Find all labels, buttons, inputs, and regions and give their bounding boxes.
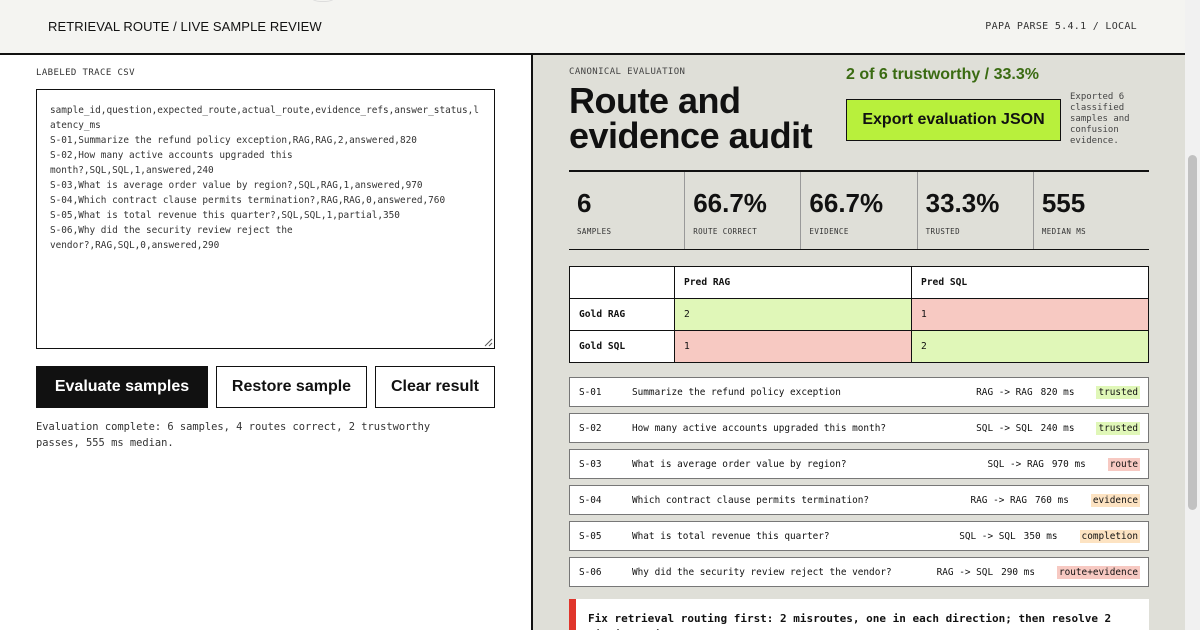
sample-id: S-06: [579, 567, 602, 578]
sample-row[interactable]: S-03 What is average order value by regi…: [569, 449, 1149, 479]
sample-latency: 290 ms: [1001, 567, 1035, 578]
sample-question: What is total revenue this quarter?: [632, 531, 830, 542]
clear-result-button[interactable]: Clear result: [375, 366, 495, 408]
stat-label: EVIDENCE: [809, 227, 849, 236]
stat-label: SAMPLES: [577, 227, 612, 236]
matrix-col-header: Pred RAG: [674, 266, 912, 299]
matrix-cell: 1: [911, 298, 1149, 331]
matrix-cell: 1: [674, 330, 912, 363]
verdict-badge: evidence: [1090, 494, 1140, 507]
sample-route: RAG -> RAG: [976, 387, 1033, 398]
sample-latency: 760 ms: [1034, 495, 1069, 506]
app-header: RETRIEVAL ROUTE / LIVE SAMPLE REVIEW PAP…: [0, 0, 1185, 55]
page-scrollbar[interactable]: [1185, 0, 1200, 630]
evaluate-samples-button[interactable]: Evaluate samples: [36, 366, 208, 408]
matrix-row-header: Gold RAG: [569, 298, 675, 331]
matrix-cell: 2: [674, 298, 912, 331]
stat-value: 33.3%: [925, 188, 1000, 218]
restore-sample-button[interactable]: Restore sample: [216, 366, 367, 408]
verdict-badge: trusted: [1096, 386, 1140, 399]
stat-value: 66.7%: [693, 188, 767, 218]
sample-row[interactable]: S-02 How many active accounts upgraded t…: [569, 413, 1149, 443]
csv-section-label: LABELED TRACE CSV: [36, 68, 135, 78]
stats-strip: 6 SAMPLES 66.7% ROUTE CORRECT 66.7% EVID…: [569, 170, 1149, 250]
matrix-col-header: Pred SQL: [911, 266, 1149, 299]
verdict-badge: route: [1107, 458, 1140, 471]
stat-median-ms: 555 MEDIAN MS: [1034, 172, 1149, 249]
trust-summary: 2 of 6 trustworthy / 33.3%: [846, 66, 1039, 83]
stat-value: 66.7%: [809, 188, 884, 218]
csv-input[interactable]: sample_id,question,expected_route,actual…: [36, 89, 495, 349]
scrollbar-thumb[interactable]: [1188, 155, 1197, 510]
stat-value: 6: [577, 188, 592, 218]
sample-id: S-01: [579, 387, 602, 398]
stat-value: 555: [1041, 188, 1086, 218]
sample-latency: 820 ms: [1040, 387, 1075, 398]
sample-latency: 350 ms: [1023, 531, 1058, 542]
matrix-header-row: Pred RAG Pred SQL: [569, 266, 1149, 299]
sample-question: Which contract clause permits terminatio…: [632, 495, 870, 506]
sample-route: RAG -> RAG: [970, 495, 1027, 506]
verdict-badge: trusted: [1096, 422, 1140, 435]
input-panel: LABELED TRACE CSV sample_id,question,exp…: [0, 55, 531, 630]
sample-route: SQL -> SQL: [976, 423, 1033, 434]
matrix-corner-cell: [569, 266, 675, 299]
export-json-button[interactable]: Export evaluation JSON: [846, 99, 1061, 141]
matrix-row: Gold SQL 1 2: [569, 330, 1149, 363]
sample-id: S-04: [579, 495, 602, 506]
sample-latency: 240 ms: [1040, 423, 1075, 434]
sample-id: S-02: [579, 423, 602, 434]
recommendation-callout: Fix retrieval routing first: 2 misroutes…: [569, 599, 1149, 630]
sample-latency: 970 ms: [1051, 459, 1086, 470]
sample-question: What is average order value by region?: [632, 459, 847, 470]
stat-evidence: 66.7% EVIDENCE: [801, 172, 918, 249]
verdict-badge: completion: [1079, 530, 1140, 543]
sample-id: S-05: [579, 531, 602, 542]
matrix-cell: 2: [911, 330, 1149, 363]
sample-question: How many active accounts upgraded this m…: [632, 423, 886, 434]
sample-row[interactable]: S-01 Summarize the refund policy excepti…: [569, 377, 1149, 407]
sample-question: Why did the security review reject the v…: [632, 567, 892, 578]
evaluation-status: Evaluation complete: 6 samples, 4 routes…: [36, 421, 431, 449]
sample-route: RAG -> SQL: [936, 567, 994, 578]
export-note: Exported 6 classified samples and confus…: [1070, 92, 1130, 146]
stat-label: MEDIAN MS: [1041, 227, 1087, 236]
stat-samples: 6 SAMPLES: [569, 172, 686, 249]
evaluation-title: Route and evidence audit: [569, 80, 813, 156]
sample-row[interactable]: S-04 Which contract clause permits termi…: [569, 485, 1149, 515]
stat-label: ROUTE CORRECT: [693, 227, 758, 236]
sample-row[interactable]: S-05 What is total revenue this quarter?…: [569, 521, 1149, 551]
stat-trusted: 33.3% TRUSTED: [918, 172, 1034, 249]
page-title: RETRIEVAL ROUTE / LIVE SAMPLE REVIEW: [48, 19, 322, 34]
sample-question: Summarize the refund policy exception: [632, 387, 841, 398]
sample-route: SQL -> RAG: [987, 459, 1044, 470]
stat-label: TRUSTED: [925, 227, 961, 236]
sample-row[interactable]: S-06 Why did the security review reject …: [569, 557, 1149, 587]
confusion-matrix: Pred RAG Pred SQL Gold RAG 2 1 Gold SQL …: [569, 266, 1149, 363]
stat-route-correct: 66.7% ROUTE CORRECT: [685, 172, 802, 249]
evaluation-section-label: CANONICAL EVALUATION: [569, 67, 686, 77]
sample-id: S-03: [579, 459, 602, 470]
matrix-row-header: Gold SQL: [569, 330, 675, 363]
evaluation-panel: CANONICAL EVALUATION Route and evidence …: [533, 55, 1185, 630]
verdict-badge: route+evidence: [1056, 566, 1140, 579]
matrix-row: Gold RAG 2 1: [569, 298, 1149, 331]
library-version: PAPA PARSE 5.4.1 / LOCAL: [985, 21, 1137, 32]
header-decoration: [306, 0, 340, 2]
sample-route: SQL -> SQL: [959, 531, 1016, 542]
sample-list: S-01 Summarize the refund policy excepti…: [569, 377, 1149, 593]
resize-handle-icon[interactable]: [484, 338, 493, 347]
